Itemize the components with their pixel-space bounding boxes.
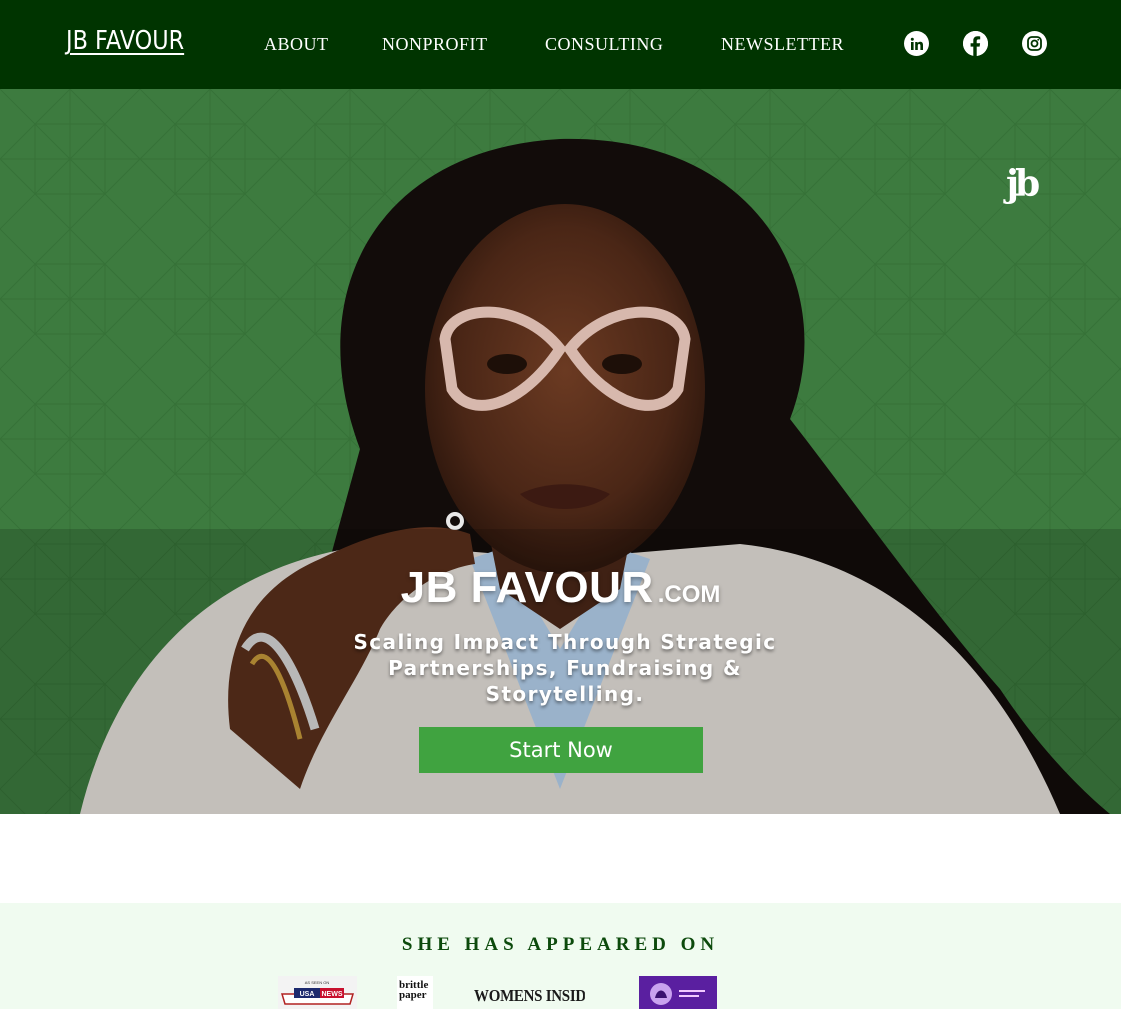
hero-title: JB FAVOUR .COM (0, 563, 1121, 613)
press-heading: SHE HAS APPEARED ON (401, 934, 720, 955)
start-now-button[interactable]: Start Now (419, 727, 703, 773)
hero-section: jb JB FAVOUR .COM Scaling Impact Through … (0, 89, 1121, 814)
press-logo-usa-news[interactable]: AS SEEN ON USA NEWS (278, 976, 357, 1009)
usa-news-news: NEWS (322, 991, 343, 998)
site-logo[interactable]: JB FAVOUR (66, 26, 184, 56)
press-logo-brittle-paper[interactable]: brittle paper (397, 976, 433, 1009)
hero-title-main: JB FAVOUR (400, 563, 654, 612)
site-header: JB FAVOUR ABOUT NONPROFIT CONSULTING NEW… (0, 0, 1121, 89)
nav-nonprofit[interactable]: NONPROFIT (382, 34, 488, 55)
press-logo-purple-lion[interactable] (639, 976, 717, 1009)
nav-about[interactable]: ABOUT (264, 34, 329, 55)
hero-tagline: Scaling Impact Through Strategic Partner… (353, 630, 777, 706)
brand-monogram: jb (1006, 163, 1040, 205)
nav-newsletter[interactable]: NEWSLETTER (721, 34, 844, 55)
press-section: SHE HAS APPEARED ON AS SEEN ON USA NEWS … (0, 903, 1121, 1009)
facebook-icon[interactable] (963, 31, 988, 56)
linkedin-icon[interactable] (904, 31, 929, 56)
instagram-icon[interactable] (1022, 31, 1047, 56)
usa-news-small: AS SEEN ON (305, 980, 330, 985)
usa-news-usa: USA (300, 991, 315, 998)
nav-consulting[interactable]: CONSULTING (545, 34, 663, 55)
press-logo-womens-insider[interactable]: WOMENS INSIDER (474, 976, 585, 1009)
brittle-paper-text: brittle paper (399, 979, 429, 1001)
hero-title-suffix: .COM (657, 581, 721, 608)
